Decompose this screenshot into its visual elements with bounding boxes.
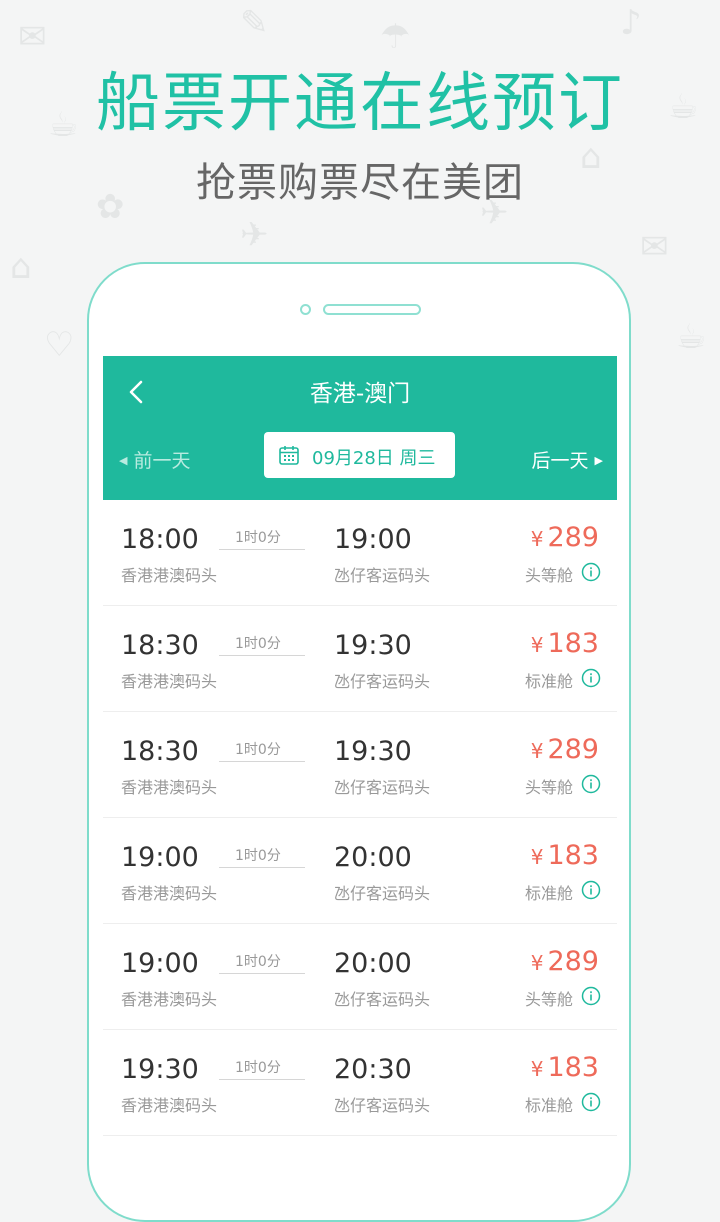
background-doodle-icon: ⌂	[10, 247, 32, 287]
trip-duration: 1时0分	[235, 848, 281, 864]
trip-duration: 1时0分	[235, 530, 281, 546]
duration-arrow	[219, 761, 305, 762]
selected-date: 09月28日 周三	[312, 448, 436, 469]
ticket-price: ¥183	[531, 840, 599, 871]
ticket-price: ¥289	[531, 522, 599, 553]
ticket-price: ¥183	[531, 1052, 599, 1083]
background-doodle-icon: ♪	[620, 3, 642, 43]
departure-time: 19:00	[121, 842, 199, 873]
next-day-button[interactable]: 后一天 ▶	[531, 446, 603, 473]
next-day-label: 后一天	[531, 450, 589, 472]
background-doodle-icon: ✎	[240, 3, 269, 43]
cabin-class: 标准舱	[524, 1096, 573, 1115]
background-doodle-icon: ☕	[676, 317, 707, 357]
date-picker-button[interactable]: 09月28日 周三	[264, 432, 455, 478]
arrival-port: 氹仔客运码头	[334, 672, 431, 691]
info-icon[interactable]	[581, 668, 601, 688]
background-doodle-icon: ✉	[640, 227, 669, 267]
arrival-time: 20:30	[334, 1054, 412, 1085]
departure-time: 18:30	[121, 630, 199, 661]
price-value: 289	[547, 734, 599, 765]
price-value: 183	[547, 840, 599, 871]
price-value: 183	[547, 1052, 599, 1083]
currency-symbol: ¥	[530, 527, 544, 551]
currency-symbol: ¥	[530, 951, 544, 975]
triangle-right-icon: ▶	[594, 454, 603, 467]
departure-port: 香港港澳码头	[121, 672, 218, 691]
currency-symbol: ¥	[530, 739, 544, 763]
currency-symbol: ¥	[530, 1057, 544, 1081]
departure-port: 香港港澳码头	[121, 778, 218, 797]
phone-speaker	[323, 304, 421, 315]
arrival-port: 氹仔客运码头	[334, 884, 431, 903]
prev-day-button[interactable]: ◀ 前一天	[119, 446, 191, 473]
departure-port: 香港港澳码头	[121, 566, 218, 585]
promo-headline: 船票开通在线预订	[96, 67, 624, 141]
trip-duration: 1时0分	[235, 742, 281, 758]
prev-day-label: 前一天	[133, 450, 191, 472]
trip-list: 18:00 香港港澳码头 1时0分 19:00 氹仔客运码头 ¥289 头等舱 …	[103, 500, 617, 1136]
departure-time: 18:00	[121, 524, 199, 555]
departure-time: 19:30	[121, 1054, 199, 1085]
ticket-price: ¥289	[531, 734, 599, 765]
price-value: 289	[547, 522, 599, 553]
cabin-class: 头等舱	[524, 778, 573, 797]
currency-symbol: ¥	[530, 633, 544, 657]
triangle-left-icon: ◀	[119, 454, 128, 467]
info-icon[interactable]	[581, 986, 601, 1006]
duration-arrow	[219, 1079, 305, 1080]
cabin-class: 标准舱	[524, 884, 573, 903]
duration-arrow	[219, 867, 305, 868]
info-icon[interactable]	[581, 774, 601, 794]
arrival-port: 氹仔客运码头	[334, 778, 431, 797]
arrival-time: 20:00	[334, 948, 412, 979]
ticket-price: ¥289	[531, 946, 599, 977]
arrival-time: 19:30	[334, 630, 412, 661]
arrival-time: 20:00	[334, 842, 412, 873]
promo-subline: 抢票购票尽在美团	[196, 160, 524, 206]
trip-row[interactable]: 18:30 香港港澳码头 1时0分 19:30 氹仔客运码头 ¥289 头等舱	[103, 712, 617, 818]
duration-arrow	[219, 655, 305, 656]
phone-camera	[300, 304, 311, 315]
route-title: 香港-澳门	[309, 381, 411, 407]
trip-row[interactable]: 19:00 香港港澳码头 1时0分 20:00 氹仔客运码头 ¥183 标准舱	[103, 818, 617, 924]
departure-port: 香港港澳码头	[121, 990, 218, 1009]
background-doodle-icon: ♡	[44, 325, 75, 365]
duration-arrow	[219, 973, 305, 974]
trip-row[interactable]: 18:00 香港港澳码头 1时0分 19:00 氹仔客运码头 ¥289 头等舱	[103, 500, 617, 606]
ticket-price: ¥183	[531, 628, 599, 659]
arrival-time: 19:30	[334, 736, 412, 767]
info-icon[interactable]	[581, 562, 601, 582]
app-header: 香港-澳门 ◀ 前一天 09月28日 周三 后一天 ▶	[103, 356, 617, 500]
arrival-time: 19:00	[334, 524, 412, 555]
currency-symbol: ¥	[530, 845, 544, 869]
trip-duration: 1时0分	[235, 636, 281, 652]
arrival-port: 氹仔客运码头	[334, 566, 431, 585]
trip-duration: 1时0分	[235, 1060, 281, 1076]
price-value: 289	[547, 946, 599, 977]
arrival-port: 氹仔客运码头	[334, 1096, 431, 1115]
cabin-class: 头等舱	[524, 566, 573, 585]
cabin-class: 头等舱	[524, 990, 573, 1009]
calendar-icon	[279, 446, 299, 465]
trip-row[interactable]: 19:30 香港港澳码头 1时0分 20:30 氹仔客运码头 ¥183 标准舱	[103, 1030, 617, 1136]
background-doodle-icon: ✈	[240, 215, 269, 255]
departure-port: 香港港澳码头	[121, 1096, 218, 1115]
background-doodle-icon: ✉	[18, 17, 47, 57]
trip-row[interactable]: 19:00 香港港澳码头 1时0分 20:00 氹仔客运码头 ¥289 头等舱	[103, 924, 617, 1030]
info-icon[interactable]	[581, 880, 601, 900]
departure-time: 18:30	[121, 736, 199, 767]
trip-duration: 1时0分	[235, 954, 281, 970]
departure-time: 19:00	[121, 948, 199, 979]
departure-port: 香港港澳码头	[121, 884, 218, 903]
background-doodle-icon: ☂	[380, 17, 411, 57]
cabin-class: 标准舱	[524, 672, 573, 691]
app-screen: 香港-澳门 ◀ 前一天 09月28日 周三 后一天 ▶ 18:00 香港港澳码头…	[103, 356, 617, 1155]
price-value: 183	[547, 628, 599, 659]
info-icon[interactable]	[581, 1092, 601, 1112]
arrival-port: 氹仔客运码头	[334, 990, 431, 1009]
trip-row[interactable]: 18:30 香港港澳码头 1时0分 19:30 氹仔客运码头 ¥183 标准舱	[103, 606, 617, 712]
duration-arrow	[219, 549, 305, 550]
